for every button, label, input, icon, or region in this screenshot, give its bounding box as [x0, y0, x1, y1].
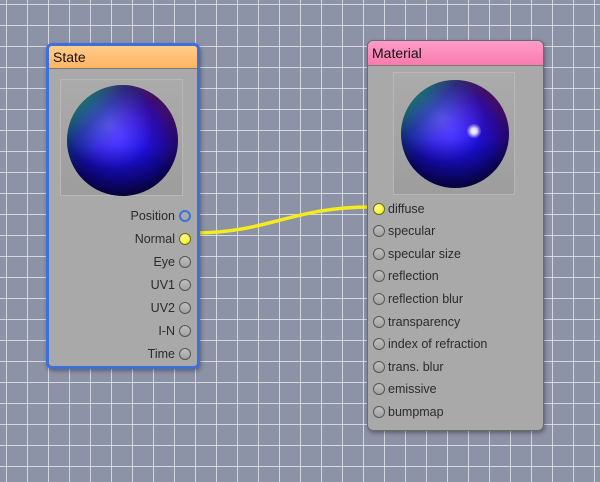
- port-dot-icon[interactable]: [179, 301, 191, 314]
- material-node[interactable]: Material diffuse specular specular size …: [367, 40, 544, 431]
- port-label: I-N: [158, 323, 175, 338]
- port-label: bumpmap: [388, 404, 444, 419]
- port-dot-icon[interactable]: [373, 224, 385, 237]
- sphere-preview-icon: [67, 85, 178, 196]
- port-specular[interactable]: specular: [373, 220, 435, 240]
- port-label: UV2: [150, 300, 175, 315]
- port-bumpmap[interactable]: bumpmap: [373, 401, 444, 421]
- port-label: UV1: [150, 277, 175, 292]
- port-label: trans. blur: [388, 359, 444, 374]
- port-dot-icon[interactable]: [179, 278, 191, 291]
- port-index-of-refraction[interactable]: index of refraction: [373, 333, 487, 353]
- port-dot-icon[interactable]: [373, 382, 385, 395]
- port-label: Time: [147, 346, 175, 361]
- port-label: specular size: [388, 246, 461, 261]
- port-position[interactable]: Position: [131, 205, 191, 225]
- port-label: diffuse: [388, 201, 425, 216]
- state-node-title[interactable]: State: [49, 46, 197, 69]
- port-dot-icon[interactable]: [179, 255, 191, 268]
- port-reflection-blur[interactable]: reflection blur: [373, 288, 463, 308]
- port-time[interactable]: Time: [148, 343, 191, 363]
- port-dot-icon[interactable]: [373, 360, 385, 373]
- port-i-n[interactable]: I-N: [158, 320, 191, 340]
- port-dot-icon[interactable]: [373, 247, 385, 260]
- port-uv1[interactable]: UV1: [151, 274, 191, 294]
- port-reflection[interactable]: reflection: [373, 265, 439, 285]
- wire-normal-to-diffuse[interactable]: [191, 205, 374, 235]
- port-label: transparency: [388, 314, 461, 329]
- port-normal[interactable]: Normal: [135, 228, 191, 248]
- port-label: reflection: [388, 268, 439, 283]
- port-label: reflection blur: [388, 291, 464, 306]
- sphere-preview-icon: [401, 80, 509, 188]
- port-dot-icon[interactable]: [179, 324, 191, 337]
- port-dot-icon[interactable]: [373, 315, 385, 328]
- port-dot-icon[interactable]: [373, 269, 385, 282]
- state-preview: [60, 79, 183, 196]
- port-label: index of refraction: [388, 336, 488, 351]
- port-dot-icon[interactable]: [179, 347, 191, 360]
- port-label: Normal: [134, 231, 175, 246]
- material-node-title[interactable]: Material: [368, 41, 543, 66]
- port-label: emissive: [388, 381, 437, 396]
- port-specular-size[interactable]: specular size: [373, 243, 461, 263]
- port-dot-icon[interactable]: [373, 337, 385, 350]
- port-dot-icon[interactable]: [179, 209, 191, 222]
- state-node[interactable]: State Position Normal Eye UV1 UV2 I-N Ti…: [46, 43, 200, 369]
- port-emissive[interactable]: emissive: [373, 378, 437, 398]
- port-dot-icon[interactable]: [373, 292, 385, 305]
- port-trans-blur[interactable]: trans. blur: [373, 356, 444, 376]
- port-label: specular: [388, 223, 436, 238]
- specular-highlight: [467, 124, 481, 138]
- port-label: Position: [130, 208, 175, 223]
- port-uv2[interactable]: UV2: [151, 297, 191, 317]
- port-transparency[interactable]: transparency: [373, 311, 460, 331]
- port-eye[interactable]: Eye: [153, 251, 191, 271]
- port-diffuse[interactable]: diffuse: [373, 198, 425, 218]
- port-dot-icon[interactable]: [373, 405, 385, 418]
- port-dot-icon[interactable]: [179, 232, 191, 245]
- material-preview: [393, 72, 515, 195]
- port-label: Eye: [153, 254, 175, 269]
- port-dot-icon[interactable]: [373, 202, 385, 215]
